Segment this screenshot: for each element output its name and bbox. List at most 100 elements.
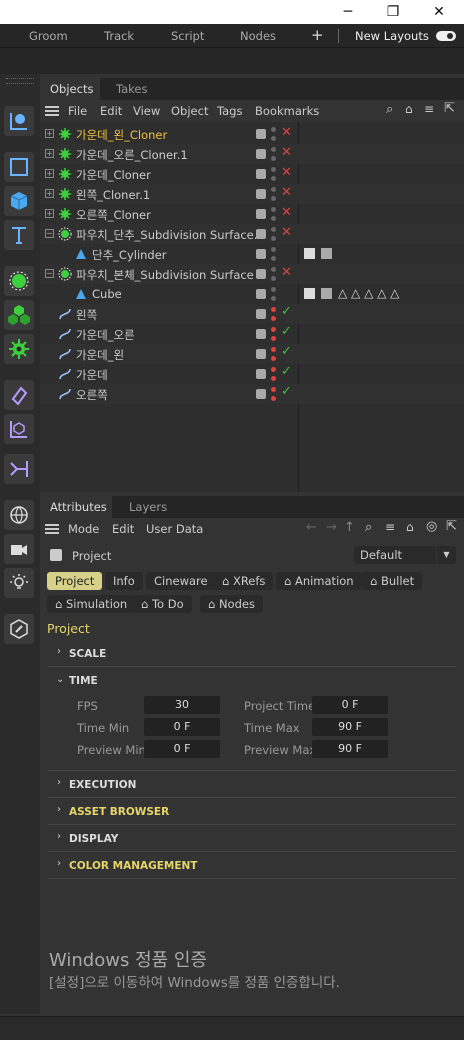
visibility-dots[interactable] <box>271 125 277 143</box>
tab-objects[interactable]: Objects <box>40 78 100 100</box>
layer-icon[interactable] <box>256 229 266 239</box>
edit-pen-icon[interactable] <box>4 614 34 644</box>
tab-attributes[interactable]: Attributes <box>40 496 112 518</box>
layout-tab-nodes[interactable]: Nodes <box>240 29 276 43</box>
globe-icon[interactable] <box>4 500 34 530</box>
animation-tab-button[interactable]: ⌂ Animation <box>276 572 362 590</box>
preview-max-field[interactable]: 90 F <box>312 740 388 758</box>
layer-icon[interactable] <box>256 389 266 399</box>
nodes-tab-button[interactable]: ⌂ Nodes <box>200 595 263 613</box>
layer-icon[interactable] <box>256 329 266 339</box>
menu-mode[interactable]: Mode <box>68 522 99 536</box>
new-layouts-toggle[interactable] <box>436 31 456 41</box>
gear-icon[interactable] <box>4 334 34 364</box>
object-row[interactable]: + 왼쪽_Cloner.1 ✕ <box>40 184 464 204</box>
layout-tab-script[interactable]: Script <box>171 29 204 43</box>
material-tag-icon[interactable] <box>321 248 332 259</box>
enabled-check-icon[interactable]: ✓ <box>281 304 292 319</box>
disabled-x-icon[interactable]: ✕ <box>281 225 292 240</box>
object-row[interactable]: 가운데_오른 ✓ <box>40 324 464 344</box>
layout-tab-track[interactable]: Track <box>104 29 134 43</box>
object-row[interactable]: 단추_Cylinder <box>40 244 464 264</box>
object-row[interactable]: 오른쪽 ✓ <box>40 384 464 404</box>
forward-arrow-icon[interactable]: → <box>326 520 337 535</box>
menu-edit[interactable]: Edit <box>100 104 122 118</box>
chevron-right-icon[interactable]: › <box>57 777 61 788</box>
chevron-right-icon[interactable]: › <box>57 831 61 842</box>
visibility-dots[interactable] <box>271 305 277 323</box>
layer-icon[interactable] <box>256 269 266 279</box>
menu-edit[interactable]: Edit <box>112 522 134 536</box>
fps-field[interactable]: 30 <box>144 696 220 714</box>
expand-toggle-icon[interactable]: + <box>45 169 54 178</box>
disabled-x-icon[interactable]: ✕ <box>281 185 292 200</box>
hamburger-menu-icon[interactable] <box>45 106 59 116</box>
search-icon[interactable]: ⌕ <box>365 520 372 535</box>
visibility-dots[interactable] <box>271 245 277 263</box>
tags-area[interactable] <box>304 246 338 260</box>
menu-file[interactable]: File <box>68 104 87 118</box>
preview-min-field[interactable]: 0 F <box>144 740 220 758</box>
layer-icon[interactable] <box>256 289 266 299</box>
text-tool-icon[interactable] <box>4 220 34 250</box>
visibility-dots[interactable] <box>271 185 277 203</box>
object-row[interactable]: 왼쪽 ✓ <box>40 304 464 324</box>
object-row[interactable]: 가운데_왼 ✓ <box>40 344 464 364</box>
expand-toggle-icon[interactable]: + <box>45 149 54 158</box>
phong-tag-icon[interactable] <box>304 248 315 259</box>
disabled-x-icon[interactable]: ✕ <box>281 165 292 180</box>
rectangle-selection-icon[interactable] <box>4 152 34 182</box>
subdivision-icon[interactable] <box>4 266 34 296</box>
layer-icon[interactable] <box>256 129 266 139</box>
object-row[interactable]: + 오른쪽_Cloner ✕ <box>40 204 464 224</box>
info-tab-button[interactable]: Info <box>105 572 143 590</box>
tab-layers[interactable]: Layers <box>119 496 177 518</box>
menu-user-data[interactable]: User Data <box>146 522 203 536</box>
menu-bookmarks[interactable]: Bookmarks <box>255 104 319 118</box>
layer-icon[interactable] <box>256 169 266 179</box>
disabled-x-icon[interactable]: ✕ <box>281 265 292 280</box>
expand-toggle-icon[interactable]: + <box>45 189 54 198</box>
cineware-tab-button[interactable]: Cineware <box>146 572 216 590</box>
object-row[interactable]: + 가운데_Cloner ✕ <box>40 164 464 184</box>
visibility-dots[interactable] <box>271 265 277 283</box>
visibility-dots[interactable] <box>271 385 277 403</box>
simulation-tab-button[interactable]: ⌂ Simulation <box>47 595 136 613</box>
phong-tag-icon[interactable] <box>304 288 315 299</box>
layer-icon[interactable] <box>256 249 266 259</box>
expand-toggle-icon[interactable]: + <box>45 209 54 218</box>
visibility-dots[interactable] <box>271 285 277 303</box>
chevron-right-icon[interactable]: › <box>57 804 61 815</box>
back-arrow-icon[interactable]: ← <box>306 520 317 535</box>
expand-icon[interactable]: ⇱ <box>446 519 457 534</box>
execution-section-header[interactable]: EXECUTION <box>69 779 136 791</box>
expand-toggle-icon[interactable]: − <box>45 229 54 238</box>
filter-icon[interactable]: ≡ <box>424 102 434 116</box>
project-tab-button[interactable]: Project <box>47 572 103 590</box>
enabled-check-icon[interactable]: ✓ <box>281 364 292 379</box>
visibility-dots[interactable] <box>271 205 277 223</box>
chevron-right-icon[interactable]: › <box>57 646 61 657</box>
layer-icon[interactable] <box>256 149 266 159</box>
maximize-button[interactable]: ❐ <box>378 2 408 22</box>
enabled-check-icon[interactable]: ✓ <box>281 324 292 339</box>
search-icon[interactable]: ⌕ <box>386 102 393 117</box>
color-management-section-header[interactable]: COLOR MANAGEMENT <box>69 860 197 872</box>
menu-tags[interactable]: Tags <box>217 104 242 118</box>
object-row[interactable]: − 파우치_본체_Subdivision Surface ✕ <box>40 264 464 284</box>
axis-cube-icon[interactable] <box>4 414 34 444</box>
disabled-x-icon[interactable]: ✕ <box>281 205 292 220</box>
material-tag-icon[interactable] <box>321 288 332 299</box>
chevron-down-icon[interactable]: ⌄ <box>56 674 64 685</box>
layer-icon[interactable] <box>256 369 266 379</box>
menu-view[interactable]: View <box>133 104 160 118</box>
up-arrow-icon[interactable]: ↑ <box>344 520 355 535</box>
layer-icon[interactable] <box>256 209 266 219</box>
xrefs-tab-button[interactable]: ⌂ XRefs <box>214 572 274 590</box>
layer-icon[interactable] <box>256 349 266 359</box>
time-section-header[interactable]: TIME <box>69 675 98 687</box>
time-min-field[interactable]: 0 F <box>144 718 220 736</box>
lock-icon[interactable]: ⌂ <box>406 520 414 534</box>
hamburger-menu-icon[interactable] <box>45 524 59 534</box>
visibility-dots[interactable] <box>271 345 277 363</box>
